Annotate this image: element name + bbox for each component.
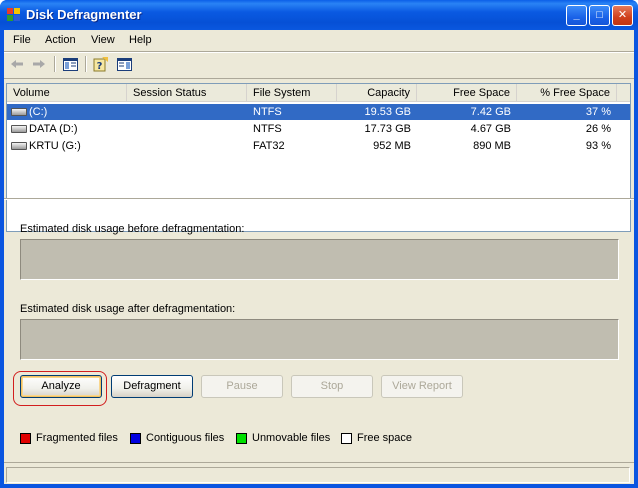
back-arrow-icon[interactable] (8, 55, 26, 73)
analyze-button[interactable]: Analyze (20, 375, 102, 398)
minimize-button[interactable]: _ (566, 5, 587, 26)
client-area: File Action View Help ? Volume Session S… (4, 30, 634, 484)
toolbar-separator (54, 56, 56, 72)
volume-name: DATA (D:) (29, 123, 78, 135)
volume-list[interactable]: Volume Session Status File System Capaci… (6, 83, 631, 232)
hard-drive-icon (11, 108, 27, 116)
usage-before-label: Estimated disk usage before defragmentat… (20, 223, 245, 235)
menu-action-label: Action (45, 34, 76, 46)
toolbar: ? (4, 52, 634, 76)
forward-arrow-icon[interactable] (30, 55, 48, 73)
status-bar (4, 462, 634, 484)
free-space: 4.67 GB (470, 123, 511, 135)
menu-view-label: View (91, 34, 115, 46)
usage-before-display (20, 239, 619, 280)
show-hide-tree-icon[interactable] (61, 55, 79, 73)
volume-row[interactable]: DATA (D:) NTFS 17.73 GB 4.67 GB 26 % (7, 121, 630, 137)
status-pane (6, 467, 630, 483)
capacity: 19.53 GB (364, 106, 411, 118)
window-title: Disk Defragmenter (26, 7, 142, 22)
close-button[interactable]: ✕ (612, 5, 633, 26)
volume-name: (C:) (29, 106, 48, 118)
pct-free-space: 37 % (585, 106, 611, 118)
pct-free-space: 93 % (585, 140, 611, 152)
legend-label: Contiguous files (146, 432, 225, 444)
hard-drive-icon (11, 125, 27, 133)
column-volume[interactable]: Volume (7, 84, 127, 102)
title-bar[interactable]: Disk Defragmenter _ □ ✕ (0, 0, 638, 30)
unmovable-swatch (236, 432, 247, 444)
menu-bar: File Action View Help (4, 30, 634, 51)
volume-row[interactable]: KRTU (G:) FAT32 952 MB 890 MB 93 % (7, 138, 630, 154)
legend-label: Unmovable files (252, 432, 331, 444)
menu-help-label: Help (129, 34, 152, 46)
stop-button[interactable]: Stop (291, 375, 373, 398)
legend-fragmented: Fragmented files (20, 432, 118, 444)
legend-label: Free space (357, 432, 413, 444)
usage-after-display (20, 319, 619, 360)
pct-free-space: 26 % (585, 123, 611, 135)
legend-free-space: Free space (341, 432, 412, 444)
capacity: 17.73 GB (364, 123, 411, 135)
free-space-swatch (341, 432, 352, 444)
legend-label: Fragmented files (36, 432, 118, 444)
menu-view[interactable]: View (91, 34, 115, 46)
toolbar-separator (85, 56, 87, 72)
volume-name: KRTU (G:) (29, 140, 81, 152)
file-system: NTFS (253, 123, 282, 135)
splitter[interactable] (4, 198, 634, 200)
help-icon[interactable]: ? (92, 55, 110, 73)
column-file-system[interactable]: File System (247, 84, 337, 102)
maximize-button[interactable]: □ (589, 5, 610, 26)
disk-defragmenter-window: Disk Defragmenter _ □ ✕ File Action View… (0, 0, 638, 488)
toolbar-separator-line (4, 78, 634, 79)
contiguous-swatch (130, 432, 141, 444)
volume-row[interactable]: (C:) NTFS 19.53 GB 7.42 GB 37 % (7, 104, 630, 120)
view-report-button[interactable]: View Report (381, 375, 463, 398)
legend-contiguous: Contiguous files (130, 432, 224, 444)
menu-file[interactable]: File (13, 34, 31, 46)
file-system: NTFS (253, 106, 282, 118)
free-space: 890 MB (473, 140, 511, 152)
column-session-status[interactable]: Session Status (127, 84, 247, 102)
fragmented-swatch (20, 432, 31, 444)
pause-button[interactable]: Pause (201, 375, 283, 398)
disk-defragmenter-app-icon (7, 8, 20, 21)
svg-text:?: ? (97, 61, 103, 72)
usage-after-label: Estimated disk usage after defragmentati… (20, 303, 236, 315)
column-capacity[interactable]: Capacity (337, 84, 417, 102)
hard-drive-icon (11, 142, 27, 150)
capacity: 952 MB (373, 140, 411, 152)
properties-icon[interactable] (115, 55, 133, 73)
menu-action[interactable]: Action (45, 34, 76, 46)
menu-file-label: File (13, 34, 31, 46)
column-pct-free-space[interactable]: % Free Space (517, 84, 617, 102)
menu-help[interactable]: Help (129, 34, 152, 46)
column-free-space[interactable]: Free Space (417, 84, 517, 102)
defragment-button[interactable]: Defragment (111, 375, 193, 398)
volume-list-header: Volume Session Status File System Capaci… (7, 84, 630, 102)
legend-unmovable: Unmovable files (236, 432, 330, 444)
file-system: FAT32 (253, 140, 285, 152)
free-space: 7.42 GB (470, 106, 511, 118)
